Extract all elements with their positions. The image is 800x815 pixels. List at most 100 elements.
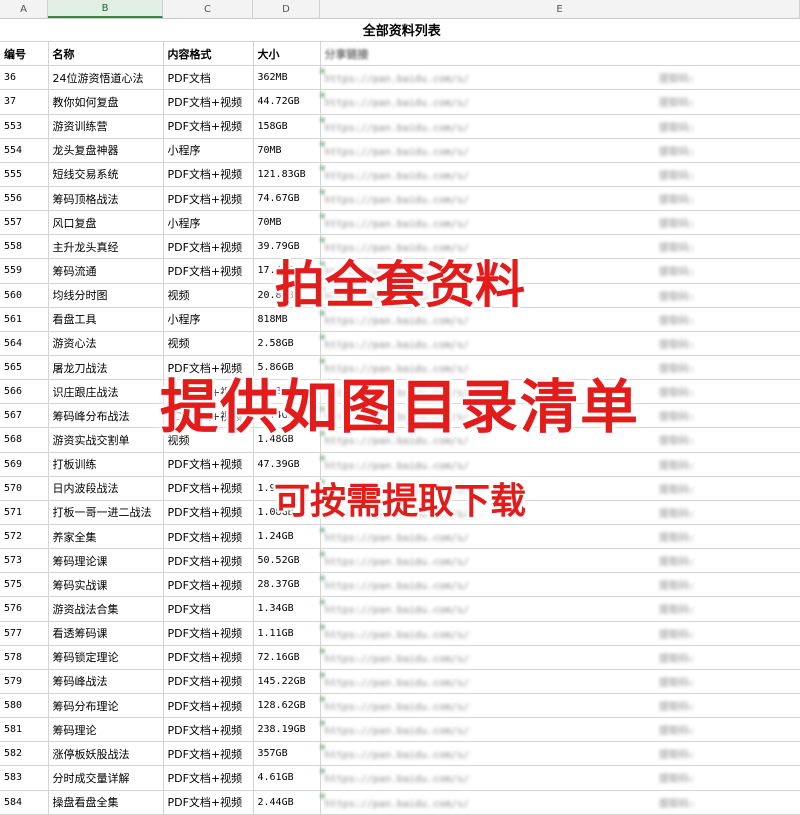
cell-id[interactable]: 553 [0, 114, 49, 139]
cell-name[interactable]: 看透筹码课 [48, 621, 164, 646]
cell-format[interactable]: PDF文档+视频 [163, 790, 254, 815]
cell-share-link[interactable]: https://pan.baidu.com/s/提取码: [320, 379, 800, 405]
cell-share-link[interactable]: https://pan.baidu.com/s/提取码: [320, 669, 800, 694]
cell-size[interactable]: 70MB [253, 210, 321, 236]
cell-id[interactable]: 558 [0, 234, 49, 260]
cell-share-link[interactable]: https://pan.baidu.com/s/提取码: [320, 621, 800, 646]
cell-format[interactable]: PDF文档+视频 [163, 669, 254, 694]
cell-share-link[interactable]: https://pan.baidu.com/s/提取码: [320, 572, 800, 598]
sheet-title[interactable]: 全部资料列表 [0, 18, 800, 43]
cell-size[interactable]: 47.39GB [253, 452, 321, 477]
cell-id[interactable]: 36 [0, 65, 49, 91]
cell-size[interactable]: 121.83GB [253, 162, 321, 187]
cell-id[interactable]: 555 [0, 162, 49, 187]
cell-id[interactable]: 560 [0, 283, 49, 308]
cell-size[interactable]: 12.4GB [253, 403, 321, 429]
cell-size[interactable]: 238.19GB [253, 717, 321, 743]
cell-format[interactable]: PDF文档+视频 [163, 258, 254, 284]
cell-size[interactable]: 357GB [253, 741, 321, 767]
cell-size[interactable]: 5.86GB [253, 355, 321, 381]
header-cell-size[interactable]: 大小 [253, 41, 321, 67]
cell-size[interactable]: 1.08GB [253, 500, 321, 525]
cell-name[interactable]: 打板一哥一进二战法 [48, 500, 164, 525]
cell-share-link[interactable]: https://pan.baidu.com/s/提取码: [320, 741, 800, 767]
cell-format[interactable]: PDF文档+视频 [163, 452, 254, 477]
cell-size[interactable]: 92.3GB [253, 379, 321, 405]
column-header-b[interactable]: B [48, 0, 163, 18]
cell-format[interactable]: 视频 [163, 283, 254, 308]
cell-id[interactable]: 578 [0, 645, 49, 670]
cell-share-link[interactable]: https://pan.baidu.com/s/提取码: [320, 355, 800, 381]
cell-format[interactable]: PDF文档 [163, 65, 254, 91]
cell-share-link[interactable]: https://pan.baidu.com/s/提取码: [320, 548, 800, 574]
cell-size[interactable]: 2.58GB [253, 331, 321, 356]
cell-format[interactable]: 小程序 [163, 138, 254, 163]
cell-name[interactable]: 打板训练 [48, 452, 164, 477]
cell-format[interactable]: PDF文档+视频 [163, 524, 254, 550]
cell-share-link[interactable]: https://pan.baidu.com/s/提取码: [320, 645, 800, 670]
cell-id[interactable]: 572 [0, 524, 49, 550]
cell-size[interactable]: 74.67GB [253, 186, 321, 212]
cell-name[interactable]: 筹码锁定理论 [48, 645, 164, 670]
cell-name[interactable]: 养家全集 [48, 524, 164, 550]
cell-name[interactable]: 风口复盘 [48, 210, 164, 236]
header-cell-format[interactable]: 内容格式 [163, 41, 254, 67]
cell-format[interactable]: 视频 [163, 331, 254, 356]
cell-name[interactable]: 筹码理论课 [48, 548, 164, 574]
cell-id[interactable]: 37 [0, 89, 49, 115]
cell-size[interactable]: 1.24GB [253, 524, 321, 550]
cell-id[interactable]: 583 [0, 765, 49, 791]
cell-share-link[interactable]: https://pan.baidu.com/s/提取码: [320, 89, 800, 115]
cell-name[interactable]: 筹码峰战法 [48, 669, 164, 694]
cell-share-link[interactable]: https://pan.baidu.com/s/提取码: [320, 331, 800, 356]
cell-format[interactable]: PDF文档+视频 [163, 548, 254, 574]
cell-format[interactable]: PDF文档+视频 [163, 379, 254, 405]
cell-id[interactable]: 575 [0, 572, 49, 598]
cell-format[interactable]: PDF文档 [163, 596, 254, 622]
cell-format[interactable]: PDF文档+视频 [163, 476, 254, 501]
cell-name[interactable]: 筹码分布理论 [48, 693, 164, 719]
cell-format[interactable]: 视频 [163, 427, 254, 453]
cell-id[interactable]: 559 [0, 258, 49, 284]
cell-share-link[interactable]: https://pan.baidu.com/s/提取码: [320, 452, 800, 477]
cell-format[interactable]: PDF文档+视频 [163, 717, 254, 743]
cell-share-link[interactable]: https://pan.baidu.com/s/提取码: [320, 765, 800, 791]
cell-share-link[interactable]: https://pan.baidu.com/s/提取码: [320, 524, 800, 550]
cell-id[interactable]: 580 [0, 693, 49, 719]
cell-share-link[interactable]: https://pan.baidu.com/s/提取码: [320, 476, 800, 501]
cell-size[interactable]: 39.79GB [253, 234, 321, 260]
cell-name[interactable]: 识庄跟庄战法 [48, 379, 164, 405]
cell-id[interactable]: 569 [0, 452, 49, 477]
cell-id[interactable]: 568 [0, 427, 49, 453]
cell-format[interactable]: 小程序 [163, 307, 254, 332]
cell-name[interactable]: 操盘看盘全集 [48, 790, 164, 815]
cell-id[interactable]: 582 [0, 741, 49, 767]
cell-name[interactable]: 24位游资悟道心法 [48, 65, 164, 91]
cell-id[interactable]: 561 [0, 307, 49, 332]
cell-size[interactable]: 2.44GB [253, 790, 321, 815]
cell-size[interactable]: 818MB [253, 307, 321, 332]
cell-id[interactable]: 566 [0, 379, 49, 405]
cell-size[interactable]: 1.11GB [253, 621, 321, 646]
cell-name[interactable]: 主升龙头真经 [48, 234, 164, 260]
cell-share-link[interactable]: https://pan.baidu.com/s/提取码: [320, 114, 800, 139]
cell-share-link[interactable]: https://pan.baidu.com/s/提取码: [320, 162, 800, 187]
cell-name[interactable]: 涨停板妖股战法 [48, 741, 164, 767]
cell-size[interactable]: 145.22GB [253, 669, 321, 694]
cell-format[interactable]: PDF文档+视频 [163, 89, 254, 115]
cell-share-link[interactable]: https://pan.baidu.com/s/提取码: [320, 790, 800, 815]
cell-id[interactable]: 584 [0, 790, 49, 815]
cell-format[interactable]: PDF文档+视频 [163, 234, 254, 260]
column-header-c[interactable]: C [163, 0, 253, 18]
cell-name[interactable]: 游资战法合集 [48, 596, 164, 622]
cell-id[interactable]: 565 [0, 355, 49, 381]
cell-format[interactable]: PDF文档+视频 [163, 500, 254, 525]
cell-name[interactable]: 筹码理论 [48, 717, 164, 743]
header-cell-name[interactable]: 名称 [48, 41, 164, 67]
cell-id[interactable]: 556 [0, 186, 49, 212]
cell-name[interactable]: 短线交易系统 [48, 162, 164, 187]
cell-size[interactable]: 158GB [253, 114, 321, 139]
cell-format[interactable]: PDF文档+视频 [163, 645, 254, 670]
cell-format[interactable]: PDF文档+视频 [163, 741, 254, 767]
cell-format[interactable]: PDF文档+视频 [163, 765, 254, 791]
